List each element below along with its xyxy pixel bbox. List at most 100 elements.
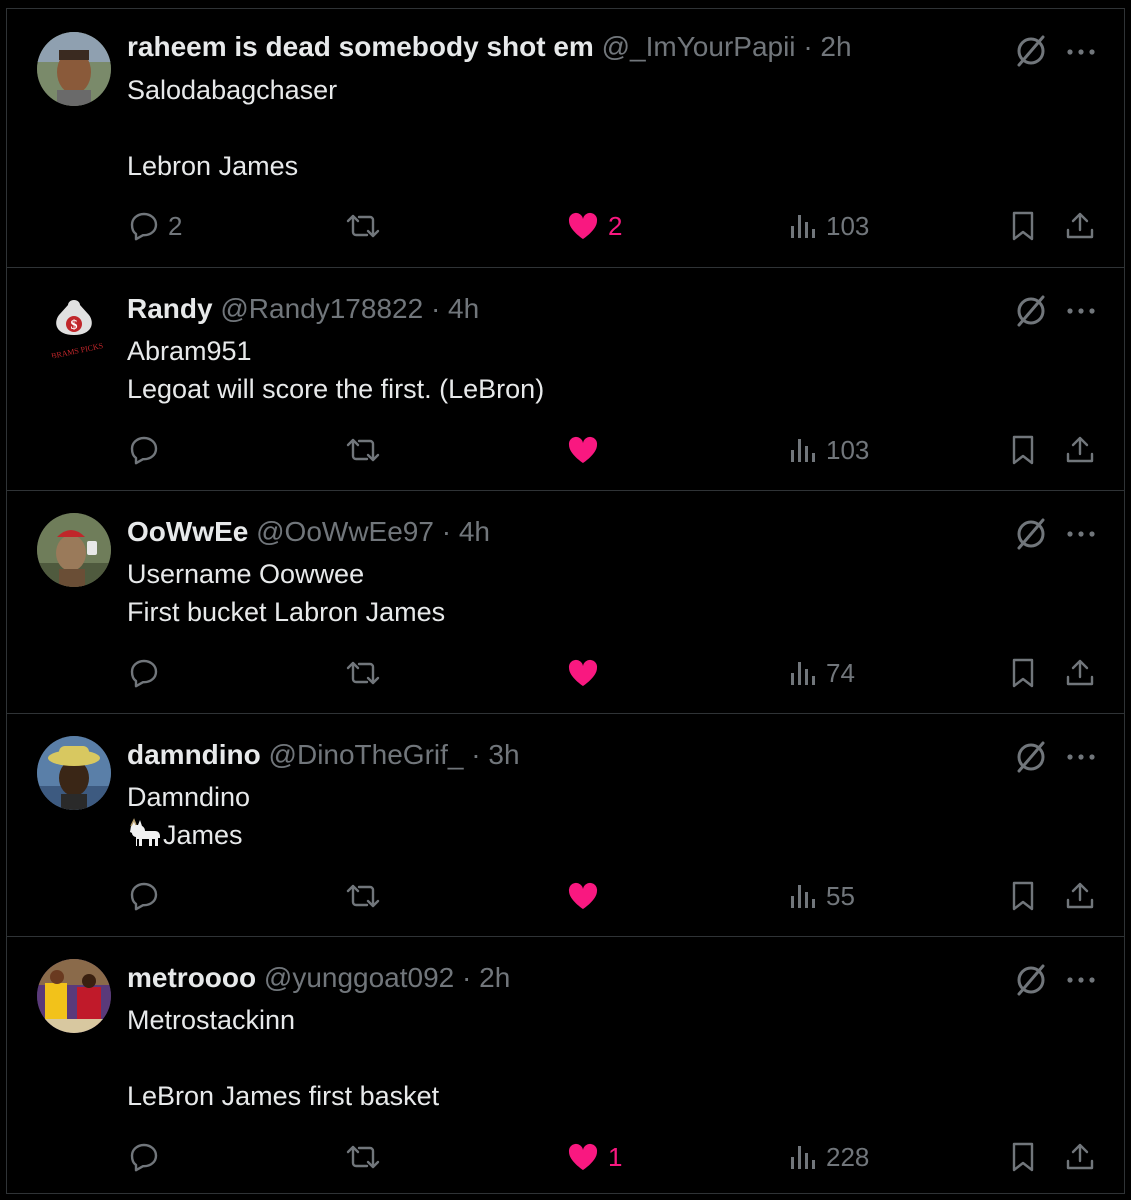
heart-icon	[568, 659, 598, 686]
tweet-line: Abram951	[127, 336, 252, 366]
display-name[interactable]: raheem is dead somebody shot em	[127, 31, 594, 62]
tweet-header: damndino @DinoTheGrif_ · 3h	[127, 738, 520, 772]
tweet-1[interactable]: raheem is dead somebody shot em @_ImYour…	[6, 8, 1125, 268]
retweet-icon	[346, 884, 380, 908]
reply-button[interactable]	[128, 430, 160, 470]
tweet-5[interactable]: metroooo @yunggoat092 · 2h Metrostackinn…	[6, 937, 1125, 1194]
views-button[interactable]: 103	[788, 206, 869, 246]
retweet-button[interactable]	[344, 430, 382, 470]
avatar[interactable]: $ ABRAMS PICKS	[37, 290, 111, 364]
retweet-button[interactable]	[344, 206, 382, 246]
more-icon[interactable]	[1064, 970, 1098, 990]
display-name[interactable]: Randy	[127, 293, 213, 324]
avatar[interactable]	[37, 736, 111, 810]
display-name[interactable]: metroooo	[127, 962, 256, 993]
grok-icon[interactable]	[1014, 740, 1048, 774]
bookmark-button[interactable]	[1010, 1137, 1036, 1177]
timestamp[interactable]: 4h	[448, 293, 479, 324]
action-bar: 1 228	[6, 1137, 1125, 1177]
bookmark-button[interactable]	[1010, 653, 1036, 693]
share-icon	[1066, 882, 1094, 909]
tweet-line: Username Oowwee	[127, 559, 365, 589]
reply-button[interactable]	[128, 876, 160, 916]
share-button[interactable]	[1064, 206, 1096, 246]
tweet-line: First bucket Labron James	[127, 597, 446, 627]
avatar[interactable]	[37, 513, 111, 587]
bookmark-button[interactable]	[1010, 206, 1036, 246]
timestamp[interactable]: 2h	[820, 31, 851, 62]
views-button[interactable]: 228	[788, 1137, 869, 1177]
tweet-4[interactable]: damndino @DinoTheGrif_ · 3h Damndino Jame…	[6, 714, 1125, 937]
retweet-button[interactable]	[344, 1137, 382, 1177]
like-button[interactable]	[566, 876, 600, 916]
grok-icon[interactable]	[1014, 963, 1048, 997]
share-button[interactable]	[1064, 1137, 1096, 1177]
avatar[interactable]	[37, 959, 111, 1033]
more-icon[interactable]	[1064, 747, 1098, 767]
like-count: 2	[608, 210, 623, 241]
tweet-header: OoWwEe @OoWwEe97 · 4h	[127, 515, 490, 549]
timestamp[interactable]: 4h	[459, 516, 490, 547]
views-button[interactable]: 55	[788, 876, 855, 916]
reply-button[interactable]: 2	[128, 206, 182, 246]
more-icon[interactable]	[1064, 301, 1098, 321]
grok-icon[interactable]	[1014, 34, 1048, 68]
grok-icon[interactable]	[1014, 517, 1048, 551]
timestamp[interactable]: 3h	[488, 739, 519, 770]
grok-icon[interactable]	[1014, 294, 1048, 328]
heart-icon	[568, 1143, 598, 1170]
views-count: 74	[826, 657, 855, 688]
separator-dot: ·	[471, 739, 481, 770]
like-button[interactable]: 1	[566, 1137, 622, 1177]
views-count: 103	[826, 210, 870, 241]
tweet-header: raheem is dead somebody shot em @_ImYour…	[127, 30, 852, 64]
retweet-button[interactable]	[344, 653, 382, 693]
goat-emoji-icon	[130, 818, 160, 846]
like-button[interactable]: 2	[566, 206, 622, 246]
separator-dot: ·	[430, 293, 441, 324]
tweet-line-with-emoji: James	[127, 816, 250, 854]
views-count: 103	[826, 434, 870, 465]
reply-button[interactable]	[128, 653, 160, 693]
tweet-line: Legoat will score the first. (LeBron)	[127, 374, 545, 404]
views-count: 55	[826, 880, 855, 911]
reply-button[interactable]	[128, 1137, 160, 1177]
action-bar: 2 2 103	[6, 206, 1125, 246]
share-icon	[1066, 1143, 1094, 1170]
handle[interactable]: @OoWwEe97	[256, 516, 434, 547]
share-button[interactable]	[1064, 430, 1096, 470]
handle[interactable]: @DinoTheGrif_	[269, 739, 464, 770]
tweet-line: LeBron James first basket	[127, 1081, 440, 1111]
tweet-line: Damndino	[127, 782, 251, 812]
handle[interactable]: @yunggoat092	[264, 962, 454, 993]
more-icon[interactable]	[1064, 524, 1098, 544]
action-bar: 74	[6, 653, 1125, 693]
like-button[interactable]	[566, 430, 600, 470]
views-icon	[791, 662, 815, 685]
handle[interactable]: @_ImYourPapii	[602, 31, 796, 62]
share-button[interactable]	[1064, 653, 1096, 693]
tweet-2[interactable]: $ ABRAMS PICKS Randy @Randy178822 · 4h A…	[6, 268, 1125, 491]
reply-icon	[130, 882, 158, 911]
tweet-line: Salodabagchaser	[127, 75, 338, 105]
tweet-text: Damndino James	[127, 778, 250, 854]
views-button[interactable]: 103	[788, 430, 869, 470]
share-button[interactable]	[1064, 876, 1096, 916]
display-name[interactable]: damndino	[127, 739, 261, 770]
like-button[interactable]	[566, 653, 600, 693]
like-count: 1	[608, 1141, 623, 1172]
bookmark-button[interactable]	[1010, 876, 1036, 916]
views-button[interactable]: 74	[788, 653, 855, 693]
bookmark-icon	[1012, 1142, 1034, 1172]
tweet-line: Lebron James	[127, 151, 299, 181]
tweet-3[interactable]: OoWwEe @OoWwEe97 · 4h Username Oowwee Fir…	[6, 491, 1125, 714]
bookmark-button[interactable]	[1010, 430, 1036, 470]
more-icon[interactable]	[1064, 42, 1098, 62]
share-icon	[1066, 659, 1094, 686]
retweet-button[interactable]	[344, 876, 382, 916]
avatar[interactable]	[37, 32, 111, 106]
handle[interactable]: @Randy178822	[220, 293, 423, 324]
timestamp[interactable]: 2h	[479, 962, 510, 993]
display-name[interactable]: OoWwEe	[127, 516, 248, 547]
